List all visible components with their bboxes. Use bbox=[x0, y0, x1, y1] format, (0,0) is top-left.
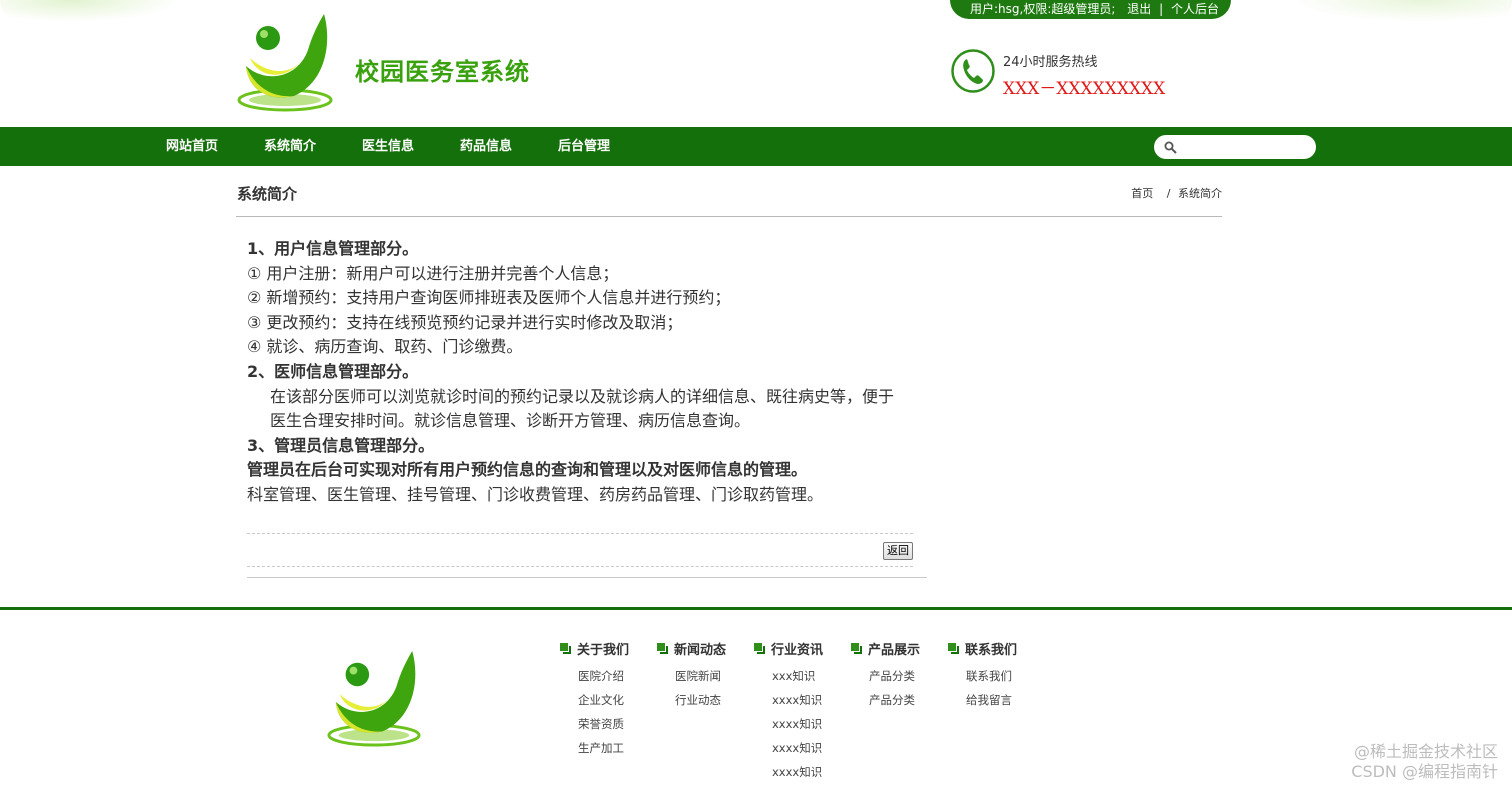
footer-link[interactable]: xxxx知识 bbox=[772, 688, 851, 712]
hotline-number: XXX－XXXXXXXXX bbox=[1003, 79, 1166, 99]
phone-icon bbox=[951, 49, 995, 93]
footer-col-title: 联系我们 bbox=[965, 642, 1018, 658]
footer-link[interactable]: 荣誉资质 bbox=[578, 712, 657, 736]
footer-link[interactable]: xxxx知识 bbox=[772, 712, 851, 736]
footer-link[interactable]: 给我留言 bbox=[966, 688, 1045, 712]
article-heading-user: 1、用户信息管理部分。 bbox=[247, 239, 419, 258]
article-item: ③ 更改预约：支持在线预览预约记录并进行实时修改及取消； bbox=[247, 312, 683, 332]
footer-link[interactable]: 产品分类 bbox=[869, 664, 948, 688]
footer-col-title: 关于我们 bbox=[577, 642, 630, 658]
footer-link[interactable]: 产品分类 bbox=[869, 688, 948, 712]
search-box[interactable] bbox=[1154, 135, 1316, 159]
watermark-line: CSDN @编程指南针 bbox=[1351, 762, 1498, 781]
section-header: 系统简介 首页 / 系统简介 bbox=[236, 166, 1222, 217]
admin-link[interactable]: 个人后台 bbox=[1171, 2, 1219, 16]
footer-col-about: 关于我们 医院介绍 企业文化 荣誉资质 生产加工 bbox=[560, 638, 657, 784]
footer-link[interactable]: 生产加工 bbox=[578, 736, 657, 760]
leaf-decoration bbox=[1292, 0, 1512, 22]
nav-item-admin[interactable]: 后台管理 bbox=[535, 127, 633, 166]
footer-col-title: 新闻动态 bbox=[674, 642, 727, 658]
article-paragraph: 在该部分医师可以浏览就诊时间的预约记录以及就诊病人的详细信息、既往病史等，便于医… bbox=[270, 386, 895, 431]
footer-col-news: 新闻动态 医院新闻 行业动态 bbox=[657, 638, 754, 784]
footer-col-heading: 产品展示 bbox=[851, 638, 948, 658]
article-paragraph: 科室管理、医生管理、挂号管理、门诊收费管理、药房药品管理、门诊取药管理。 bbox=[247, 484, 824, 504]
footer-columns: 关于我们 医院介绍 企业文化 荣誉资质 生产加工 新闻动态 医院新闻 行业动态 … bbox=[560, 638, 1045, 784]
logout-link[interactable]: 退出 bbox=[1127, 2, 1151, 16]
user-bar: 用户:hsg,权限:超级管理员; 退出 | 个人后台 bbox=[950, 0, 1231, 19]
search-input[interactable] bbox=[1183, 137, 1303, 157]
square-bullet-icon bbox=[851, 642, 862, 654]
nav-items: 网站首页 系统简介 医生信息 药品信息 后台管理 bbox=[143, 127, 633, 166]
footer-link[interactable]: 行业动态 bbox=[675, 688, 754, 712]
footer-link[interactable]: xxxx知识 bbox=[772, 760, 851, 784]
divider bbox=[247, 577, 927, 578]
nav-item-medicine-info[interactable]: 药品信息 bbox=[437, 127, 535, 166]
nav-item-doctor-info[interactable]: 医生信息 bbox=[339, 127, 437, 166]
breadcrumb: 首页 / 系统简介 bbox=[1131, 185, 1222, 201]
square-bullet-icon bbox=[657, 642, 668, 654]
footer-col-contact: 联系我们 联系我们 给我留言 bbox=[948, 638, 1045, 784]
footer-col-heading: 联系我们 bbox=[948, 638, 1045, 658]
action-row: 返回 bbox=[247, 533, 913, 567]
footer-col-heading: 行业资讯 bbox=[754, 638, 851, 658]
leaf-decoration bbox=[0, 0, 180, 22]
site-title: 校园医务室系统 bbox=[355, 57, 530, 86]
footer-link[interactable]: xxx知识 bbox=[772, 664, 851, 688]
article-paragraph-bold: 管理员在后台可实现对所有用户预约信息的查询和管理以及对医师信息的管理。 bbox=[247, 460, 808, 480]
back-button[interactable]: 返回 bbox=[883, 542, 913, 560]
site-logo[interactable] bbox=[236, 12, 334, 112]
breadcrumb-separator: / bbox=[1166, 187, 1171, 200]
article-heading-doctor: 2、医师信息管理部分。 bbox=[247, 361, 419, 381]
breadcrumb-home[interactable]: 首页 bbox=[1131, 187, 1153, 200]
watermark: @稀土掘金技术社区 CSDN @编程指南针 bbox=[1351, 742, 1498, 782]
article-item: ② 新增预约：支持用户查询医师排班表及医师个人信息并进行预约； bbox=[247, 288, 731, 308]
footer-col-heading: 关于我们 bbox=[560, 638, 657, 658]
square-bullet-icon bbox=[754, 642, 765, 654]
user-info: 用户:hsg,权限:超级管理员; bbox=[970, 2, 1116, 16]
footer-col-products: 产品展示 产品分类 产品分类 bbox=[851, 638, 948, 784]
nav-item-system-intro[interactable]: 系统简介 bbox=[241, 127, 339, 166]
site-footer: 关于我们 医院介绍 企业文化 荣誉资质 生产加工 新闻动态 医院新闻 行业动态 … bbox=[0, 607, 1512, 785]
footer-link[interactable]: 医院新闻 bbox=[675, 664, 754, 688]
intro-article: 1、用户信息管理部分。 ① 用户注册：新用户可以进行注册并完善个人信息； ② 新… bbox=[247, 237, 927, 508]
footer-col-title: 产品展示 bbox=[868, 642, 921, 658]
footer-logo bbox=[327, 650, 421, 747]
search-icon[interactable] bbox=[1164, 141, 1177, 154]
footer-col-heading: 新闻动态 bbox=[657, 638, 754, 658]
page-title: 系统简介 bbox=[237, 185, 298, 203]
footer-link[interactable]: 联系我们 bbox=[966, 664, 1045, 688]
article-item: ① 用户注册：新用户可以进行注册并完善个人信息； bbox=[247, 263, 619, 283]
square-bullet-icon bbox=[560, 642, 571, 654]
user-bar-separator: | bbox=[1159, 2, 1164, 16]
nav-item-home[interactable]: 网站首页 bbox=[143, 127, 241, 166]
article-item: ④ 就诊、病历查询、取药、门诊缴费。 bbox=[247, 337, 523, 357]
square-bullet-icon bbox=[948, 642, 959, 654]
article-heading-admin: 3、管理员信息管理部分。 bbox=[247, 435, 435, 455]
footer-link[interactable]: 医院介绍 bbox=[578, 664, 657, 688]
footer-link[interactable]: 企业文化 bbox=[578, 688, 657, 712]
hotline-label: 24小时服务热线 bbox=[1003, 55, 1098, 70]
footer-col-industry: 行业资讯 xxx知识 xxxx知识 xxxx知识 xxxx知识 xxxx知识 bbox=[754, 638, 851, 784]
footer-col-title: 行业资讯 bbox=[771, 642, 824, 658]
watermark-line: @稀土掘金技术社区 bbox=[1353, 742, 1498, 761]
site-header: 用户:hsg,权限:超级管理员; 退出 | 个人后台 校园医务室系统 24小时服… bbox=[0, 0, 1512, 127]
footer-link[interactable]: xxxx知识 bbox=[772, 736, 851, 760]
breadcrumb-current: 系统简介 bbox=[1178, 187, 1222, 200]
